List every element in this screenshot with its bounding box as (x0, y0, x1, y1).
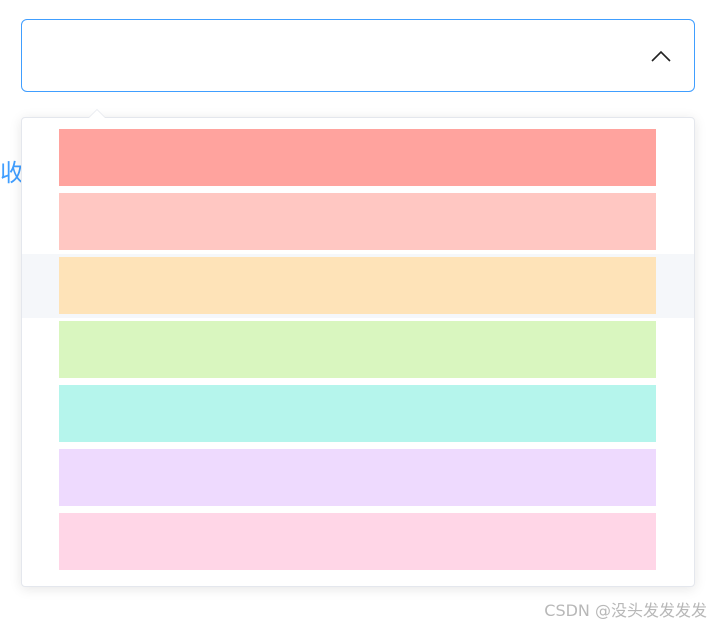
color-swatch (59, 321, 656, 378)
color-swatch (59, 257, 656, 314)
color-option[interactable] (22, 254, 694, 318)
color-option[interactable] (22, 190, 694, 254)
color-option[interactable] (22, 446, 694, 510)
color-option[interactable] (22, 510, 694, 574)
page: 收 CSDN @没头发发发发 (0, 0, 723, 631)
color-swatch (59, 129, 656, 186)
color-option[interactable] (22, 126, 694, 190)
color-option[interactable] (22, 318, 694, 382)
dropdown-list (21, 117, 695, 587)
color-swatch (59, 513, 656, 570)
color-swatch (59, 385, 656, 442)
color-option[interactable] (22, 382, 694, 446)
color-select[interactable] (21, 19, 695, 92)
watermark: CSDN @没头发发发发 (544, 601, 707, 620)
dropdown-arrow (89, 110, 105, 118)
color-swatch (59, 193, 656, 250)
chevron-up-icon[interactable] (650, 48, 672, 64)
color-swatch (59, 449, 656, 506)
